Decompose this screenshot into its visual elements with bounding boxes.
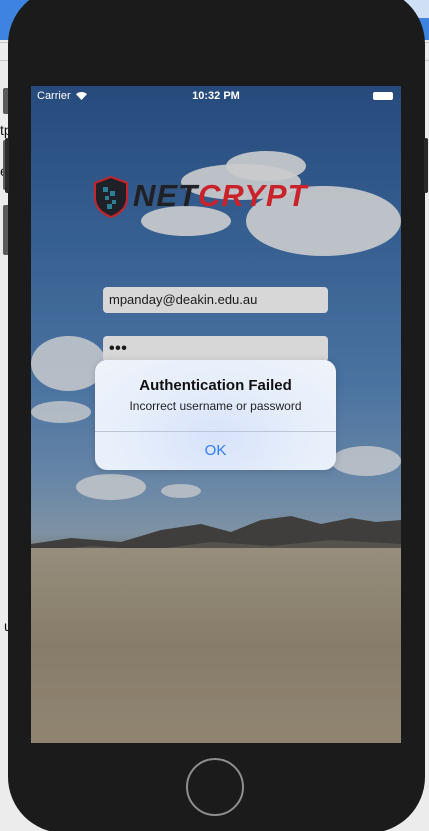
password-field[interactable]: •••	[103, 336, 328, 362]
volume-button	[5, 138, 9, 193]
app-screen: Carrier 10:32 PM NETCRYPT mpanday@deakin…	[31, 86, 401, 743]
logo-text-net: NET	[133, 178, 198, 213]
alert-title: Authentication Failed	[139, 377, 292, 394]
shield-logo-icon	[94, 176, 128, 218]
battery-icon	[373, 92, 393, 100]
logo-wordmark: NETCRYPT	[133, 178, 308, 214]
status-time: 10:32 PM	[192, 90, 240, 102]
alert-ok-button[interactable]: OK	[95, 432, 336, 470]
alert-message: Incorrect username or password	[129, 399, 302, 413]
logo-text-crypt: CRYPT	[198, 178, 308, 213]
home-button[interactable]	[186, 758, 244, 816]
email-field[interactable]: mpanday@deakin.edu.au	[103, 287, 328, 313]
status-bar: Carrier 10:32 PM	[31, 86, 401, 106]
netcrypt-logo: NETCRYPT	[93, 176, 343, 220]
authentication-alert: Authentication Failed Incorrect username…	[95, 360, 336, 470]
power-button	[424, 138, 428, 193]
